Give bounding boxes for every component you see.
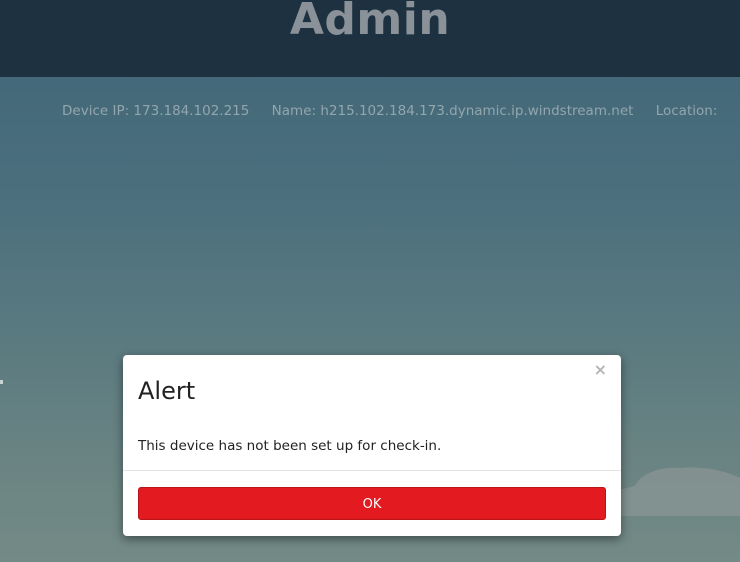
dialog-title: Alert <box>138 377 196 405</box>
ok-button[interactable]: OK <box>138 487 606 520</box>
app-page: Admin Device IP: 173.184.102.215 Name: h… <box>0 0 740 562</box>
close-icon[interactable]: × <box>594 361 607 379</box>
dialog-message: This device has not been set up for chec… <box>138 438 442 454</box>
dialog-divider <box>123 470 621 471</box>
alert-dialog: × Alert This device has not been set up … <box>123 355 621 536</box>
